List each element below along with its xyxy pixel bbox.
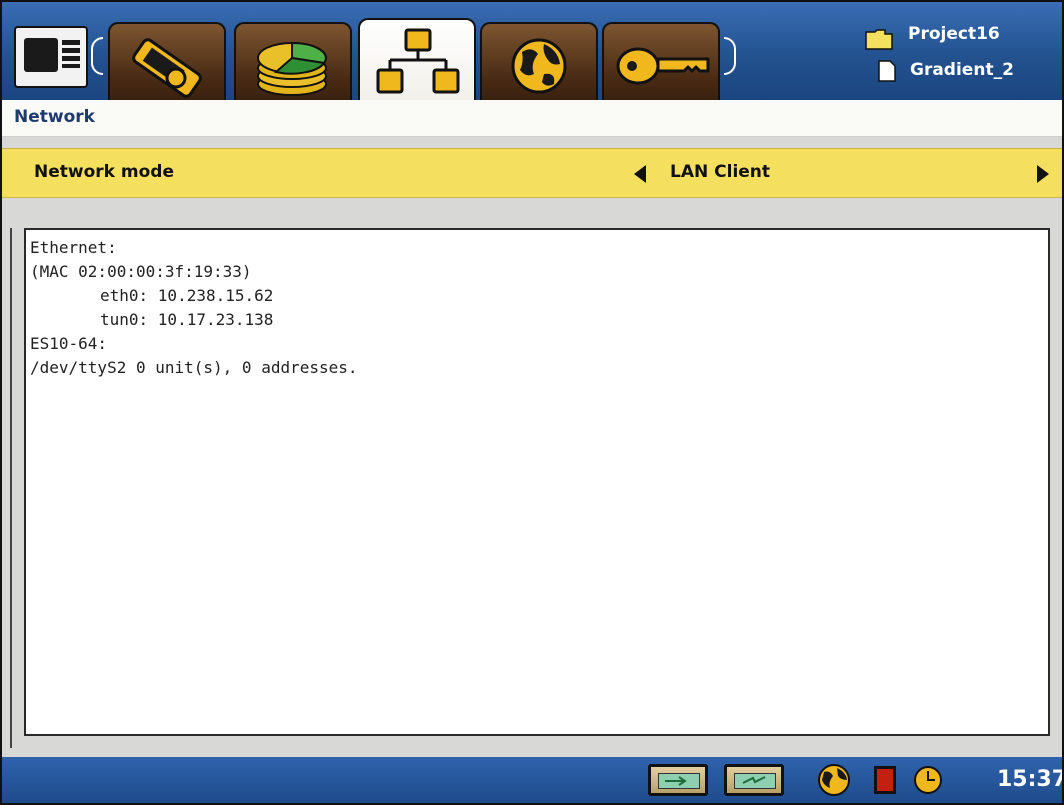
tabs-scroll-left-button[interactable] <box>91 37 103 75</box>
lightning-icon <box>742 776 766 784</box>
network-mode-selector[interactable]: Network mode LAN Client <box>2 148 1062 198</box>
console-line: eth0: 10.238.15.62 <box>100 286 274 305</box>
tab-settings[interactable] <box>108 22 226 100</box>
next-mode-arrow-icon[interactable] <box>1037 165 1049 183</box>
network-mode-label: Network mode <box>34 162 174 182</box>
red-status-icon[interactable] <box>874 766 896 794</box>
project-name: Project16 <box>908 24 1000 44</box>
console-line: tun0: 10.17.23.138 <box>100 310 274 329</box>
folder-icon <box>865 29 893 50</box>
console-line: (MAC 02:00:00:3f:19:33) <box>30 262 252 281</box>
key-icon <box>616 47 710 85</box>
plug-icon <box>665 776 687 786</box>
battery-lightning-icon[interactable] <box>724 764 784 796</box>
top-toolbar: Project16 Gradient_2 <box>2 2 1062 102</box>
tab-network[interactable] <box>358 18 476 102</box>
console-left-rule <box>10 228 12 748</box>
document-icon <box>878 60 896 82</box>
device-screen: Project16 Gradient_2 Network Network mod… <box>0 0 1064 805</box>
tab-globe[interactable] <box>480 22 598 100</box>
clock-icon[interactable] <box>912 764 944 796</box>
keyboard-screen-icon <box>24 38 58 72</box>
previous-mode-arrow-icon[interactable] <box>634 165 646 183</box>
app-menu-button[interactable] <box>14 26 88 88</box>
keypad-icon <box>62 40 80 68</box>
tab-storage[interactable] <box>234 22 352 100</box>
status-bar: 15:37 <box>2 757 1062 803</box>
file-name: Gradient_2 <box>910 60 1014 80</box>
database-pie-icon <box>257 41 327 96</box>
globe-status-icon[interactable] <box>816 762 852 798</box>
console-line: Ethernet: <box>30 238 117 257</box>
network-status-textarea[interactable]: Ethernet: (MAC 02:00:00:3f:19:33) eth0: … <box>24 228 1050 736</box>
tab-license[interactable] <box>602 22 720 100</box>
network-mode-value: LAN Client <box>670 162 771 182</box>
tabs-scroll-right-button[interactable] <box>724 37 736 75</box>
battery-key-icon <box>132 38 202 98</box>
network-tree-icon <box>376 28 460 94</box>
battery-charging-icon[interactable] <box>648 764 708 796</box>
page-title: Network <box>14 107 95 127</box>
console-line: /dev/ttyS2 0 unit(s), 0 addresses. <box>30 358 358 377</box>
globe-icon <box>511 38 567 94</box>
page-title-bar: Network <box>2 100 1062 137</box>
clock-time: 15:37 <box>997 767 1064 792</box>
console-line: ES10-64: <box>30 334 108 353</box>
